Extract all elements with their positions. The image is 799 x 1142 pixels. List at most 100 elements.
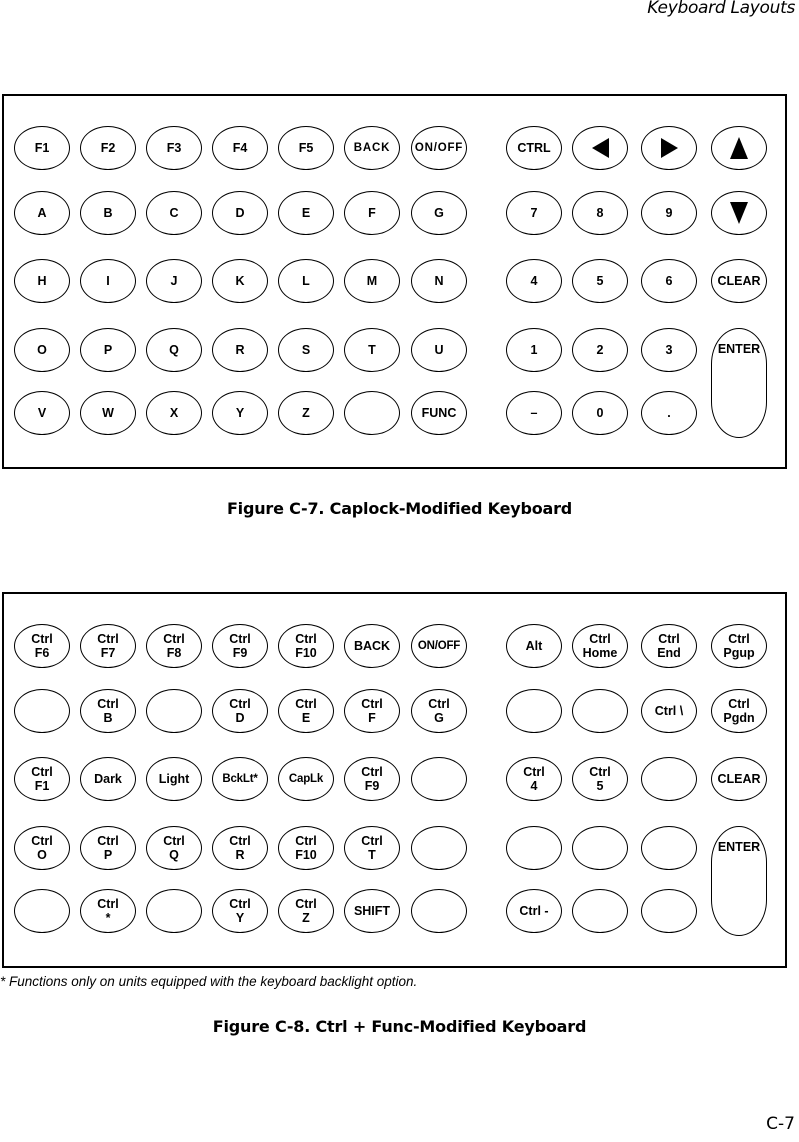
key-i[interactable]: I (80, 259, 136, 303)
key-ctrl-t[interactable]: Ctrl T (344, 826, 400, 870)
key-s[interactable]: S (278, 328, 334, 372)
key-7[interactable]: 7 (506, 191, 562, 235)
key-bcklt[interactable]: BckLt* (212, 757, 268, 801)
key-ctrl[interactable]: Ctrl - (506, 889, 562, 933)
key-1[interactable]: 1 (506, 328, 562, 372)
key-on-off[interactable]: ON/OFF (411, 126, 467, 170)
key-blank[interactable] (572, 689, 628, 733)
key-back[interactable]: BACK (344, 624, 400, 668)
key-t[interactable]: T (344, 328, 400, 372)
key-down-arrow-icon[interactable] (711, 191, 767, 235)
key-blank[interactable] (146, 889, 202, 933)
key-p[interactable]: P (80, 328, 136, 372)
key-up-arrow-icon[interactable] (711, 126, 767, 170)
key-on-off[interactable]: ON/OFF (411, 624, 467, 668)
key-ctrl-d[interactable]: Ctrl D (212, 689, 268, 733)
key-4[interactable]: 4 (506, 259, 562, 303)
key-caplk[interactable]: CapLk (278, 757, 334, 801)
key-func[interactable]: FUNC (411, 391, 467, 435)
key-f3[interactable]: F3 (146, 126, 202, 170)
key-8[interactable]: 8 (572, 191, 628, 235)
key-blank[interactable] (14, 889, 70, 933)
key-e[interactable]: E (278, 191, 334, 235)
key-b[interactable]: B (80, 191, 136, 235)
key-blank[interactable] (641, 826, 697, 870)
key-u[interactable]: U (411, 328, 467, 372)
key-right-arrow-icon[interactable] (641, 126, 697, 170)
key-n[interactable]: N (411, 259, 467, 303)
key-ctrl-f7[interactable]: Ctrl F7 (80, 624, 136, 668)
key-ctrl[interactable]: CTRL (506, 126, 562, 170)
key-j[interactable]: J (146, 259, 202, 303)
key-ctrl-g[interactable]: Ctrl G (411, 689, 467, 733)
key-v[interactable]: V (14, 391, 70, 435)
key-k[interactable]: K (212, 259, 268, 303)
key-ctrl-pgdn[interactable]: Ctrl Pgdn (711, 689, 767, 733)
key-0[interactable]: 0 (572, 391, 628, 435)
key-r[interactable]: R (212, 328, 268, 372)
key-ctrl-f[interactable]: Ctrl F (344, 689, 400, 733)
key-ctrl-4[interactable]: Ctrl 4 (506, 757, 562, 801)
key-y[interactable]: Y (212, 391, 268, 435)
key-back[interactable]: BACK (344, 126, 400, 170)
key-ctrl-e[interactable]: Ctrl E (278, 689, 334, 733)
key-5[interactable]: 5 (572, 259, 628, 303)
key-blank[interactable] (506, 826, 562, 870)
key-z[interactable]: Z (278, 391, 334, 435)
key-ctrl-o[interactable]: Ctrl O (14, 826, 70, 870)
key-blank[interactable] (411, 757, 467, 801)
key-light[interactable]: Light (146, 757, 202, 801)
key-ctrl-b[interactable]: Ctrl B (80, 689, 136, 733)
key-ctrl-pgup[interactable]: Ctrl Pgup (711, 624, 767, 668)
key-l[interactable]: L (278, 259, 334, 303)
key-enter[interactable]: ENTER (711, 826, 767, 936)
key-ctrl-f6[interactable]: Ctrl F6 (14, 624, 70, 668)
key-c[interactable]: C (146, 191, 202, 235)
key-blank[interactable] (572, 889, 628, 933)
key-ctrl-z[interactable]: Ctrl Z (278, 889, 334, 933)
key-ctrl-5[interactable]: Ctrl 5 (572, 757, 628, 801)
key-d[interactable]: D (212, 191, 268, 235)
key-ctrl-f9[interactable]: Ctrl F9 (212, 624, 268, 668)
key-ctrl-end[interactable]: Ctrl End (641, 624, 697, 668)
key-ctrl[interactable]: Ctrl * (80, 889, 136, 933)
key-w[interactable]: W (80, 391, 136, 435)
key-blank[interactable] (641, 757, 697, 801)
key-ctrl[interactable]: Ctrl \ (641, 689, 697, 733)
key-o[interactable]: O (14, 328, 70, 372)
key-ctrl-home[interactable]: Ctrl Home (572, 624, 628, 668)
key-blank[interactable] (146, 689, 202, 733)
key-symbol[interactable]: . (641, 391, 697, 435)
key-ctrl-p[interactable]: Ctrl P (80, 826, 136, 870)
key-blank[interactable] (411, 826, 467, 870)
key-f5[interactable]: F5 (278, 126, 334, 170)
key-left-arrow-icon[interactable] (572, 126, 628, 170)
key-clear[interactable]: CLEAR (711, 259, 767, 303)
key-6[interactable]: 6 (641, 259, 697, 303)
key-blank[interactable] (411, 889, 467, 933)
key-f4[interactable]: F4 (212, 126, 268, 170)
key-f2[interactable]: F2 (80, 126, 136, 170)
key-q[interactable]: Q (146, 328, 202, 372)
key-blank[interactable] (344, 391, 400, 435)
key-a[interactable]: A (14, 191, 70, 235)
key-symbol[interactable]: – (506, 391, 562, 435)
key-ctrl-f10[interactable]: Ctrl F10 (278, 624, 334, 668)
key-ctrl-q[interactable]: Ctrl Q (146, 826, 202, 870)
key-enter[interactable]: ENTER (711, 328, 767, 438)
key-m[interactable]: M (344, 259, 400, 303)
key-ctrl-f9[interactable]: Ctrl F9 (344, 757, 400, 801)
key-blank[interactable] (572, 826, 628, 870)
key-ctrl-f10[interactable]: Ctrl F10 (278, 826, 334, 870)
key-x[interactable]: X (146, 391, 202, 435)
key-blank[interactable] (641, 889, 697, 933)
key-clear[interactable]: CLEAR (711, 757, 767, 801)
key-blank[interactable] (14, 689, 70, 733)
key-alt[interactable]: Alt (506, 624, 562, 668)
key-3[interactable]: 3 (641, 328, 697, 372)
key-ctrl-r[interactable]: Ctrl R (212, 826, 268, 870)
key-shift[interactable]: SHIFT (344, 889, 400, 933)
key-ctrl-y[interactable]: Ctrl Y (212, 889, 268, 933)
key-f[interactable]: F (344, 191, 400, 235)
key-h[interactable]: H (14, 259, 70, 303)
